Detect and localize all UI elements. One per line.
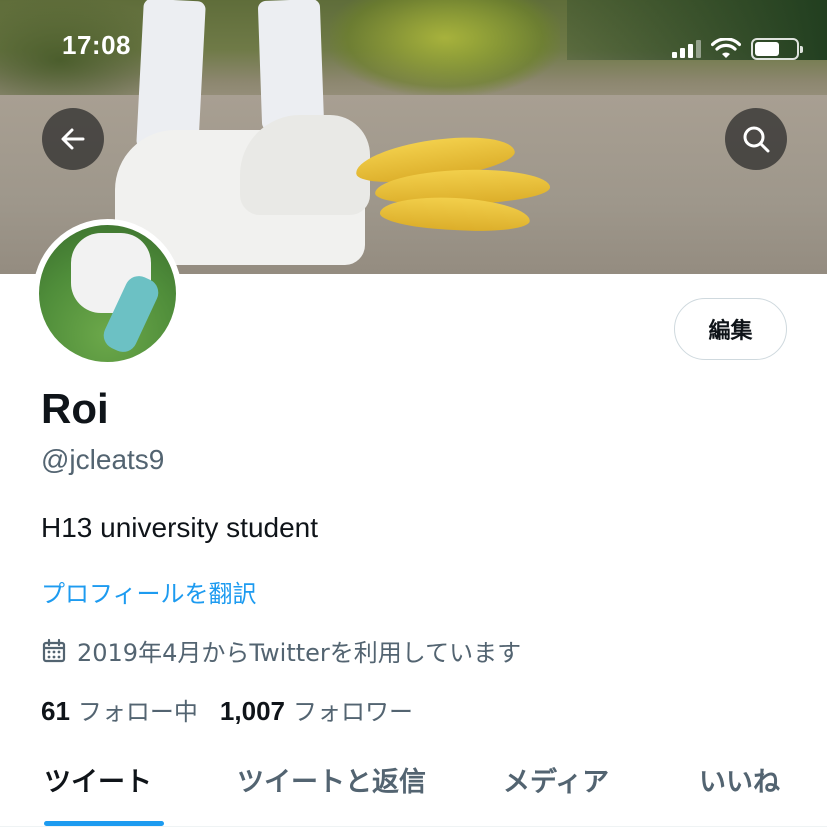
status-time: 17:08 bbox=[62, 30, 131, 60]
back-button[interactable] bbox=[42, 108, 104, 170]
follow-counts: 61 フォロー中 1,007 フォロワー bbox=[41, 692, 435, 727]
avatar[interactable] bbox=[33, 219, 182, 368]
profile-tabs: ツイート ツイートと返信 メディア いいね bbox=[0, 760, 827, 830]
search-button[interactable] bbox=[725, 108, 787, 170]
banner-sock-right bbox=[257, 0, 325, 132]
bio: H13 university student bbox=[41, 512, 319, 543]
tab-tweets-and-replies[interactable]: ツイートと返信 bbox=[237, 760, 426, 799]
cellular-signal-icon bbox=[672, 40, 701, 58]
followers-count: 1,007 bbox=[219, 696, 285, 726]
translate-profile-link[interactable]: プロフィールを翻訳 bbox=[41, 574, 257, 609]
status-icons bbox=[672, 38, 803, 60]
search-icon bbox=[743, 126, 770, 153]
following-link[interactable]: 61 フォロー中 bbox=[41, 692, 198, 727]
followers-link[interactable]: 1,007 フォロワー bbox=[220, 692, 413, 727]
join-date-text: 2019年4月からTwitterを利用しています bbox=[77, 639, 522, 667]
tab-media[interactable]: メディア bbox=[503, 760, 609, 799]
arrow-left-icon bbox=[61, 128, 85, 150]
join-date: 2019年4月からTwitterを利用しています bbox=[41, 633, 521, 668]
banner-sock-left bbox=[136, 0, 206, 152]
following-label: フォロー中 bbox=[77, 698, 198, 726]
followers-label: フォロワー bbox=[293, 698, 413, 726]
wifi-icon bbox=[711, 38, 741, 58]
tab-likes[interactable]: いいね bbox=[699, 760, 780, 799]
display-name: Roi bbox=[41, 385, 109, 432]
tab-tweets[interactable]: ツイート bbox=[44, 760, 152, 799]
banner-shoe-right bbox=[240, 115, 370, 215]
battery-icon bbox=[751, 38, 803, 60]
edit-profile-button[interactable]: 編集 bbox=[674, 298, 787, 360]
calendar-icon bbox=[42, 638, 66, 662]
banner-hedge bbox=[330, 0, 560, 95]
tabs-divider bbox=[0, 826, 827, 827]
handle: @jcleats9 bbox=[41, 444, 165, 475]
following-count: 61 bbox=[41, 696, 70, 726]
